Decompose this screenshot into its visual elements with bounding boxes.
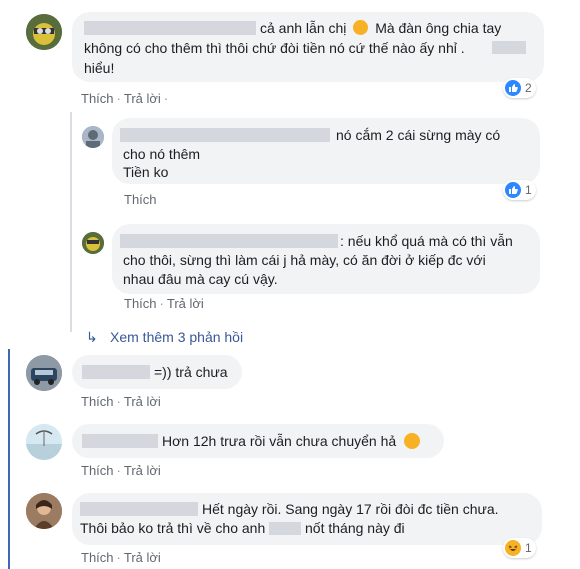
reply-text: : nếu khổ quá mà có thì vẫn bbox=[340, 233, 513, 249]
like-button[interactable]: Thích bbox=[81, 394, 114, 409]
avatar[interactable] bbox=[26, 424, 62, 460]
blurred-name bbox=[84, 21, 256, 35]
blurred-text bbox=[269, 522, 302, 535]
reaction-count[interactable]: 1 bbox=[503, 538, 536, 558]
like-button[interactable]: Thích bbox=[81, 463, 114, 478]
thinking-emoji-icon bbox=[404, 433, 421, 449]
comment-text: nốt tháng này đi bbox=[305, 520, 405, 536]
reply-text: nó cắm 2 cái sừng mày có bbox=[336, 127, 501, 143]
like-button[interactable]: Thích bbox=[124, 296, 157, 311]
comment-text: Hơn 12h trưa rồi vẫn chưa chuyển hả bbox=[162, 433, 397, 449]
like-button[interactable]: Thích bbox=[124, 192, 157, 207]
comment-text: =)) trả chưa bbox=[154, 364, 228, 380]
reaction-number: 1 bbox=[525, 183, 532, 197]
avatar[interactable] bbox=[26, 493, 62, 529]
reply-button[interactable]: Trả lời bbox=[167, 296, 204, 311]
blurred-name bbox=[82, 365, 150, 379]
reply-button[interactable]: Trả lời bbox=[124, 550, 161, 565]
like-icon bbox=[505, 182, 521, 198]
like-button[interactable]: Thích bbox=[81, 550, 114, 565]
reaction-number: 2 bbox=[525, 81, 532, 95]
comment-bubble: =)) trả chưa bbox=[72, 355, 242, 389]
reaction-count[interactable]: 1 bbox=[503, 180, 536, 200]
avatar[interactable] bbox=[82, 232, 104, 254]
thread-indicator bbox=[8, 349, 10, 569]
reaction-count[interactable]: 2 bbox=[503, 78, 536, 98]
comment-bubble: cả anh lẫn chị Mà đàn ông chia tay không… bbox=[72, 12, 544, 82]
avatar[interactable] bbox=[26, 355, 62, 391]
reply-button[interactable]: Trả lời bbox=[124, 463, 161, 478]
blurred-name bbox=[82, 434, 158, 448]
comment-bubble: Hết ngày rồi. Sang ngày 17 rồi đòi đc ti… bbox=[72, 493, 542, 545]
blurred-name bbox=[120, 234, 338, 248]
reply-button[interactable]: Trả lời bbox=[124, 394, 161, 409]
avatar[interactable] bbox=[82, 126, 104, 148]
comment-text: cả anh lẫn chị bbox=[260, 20, 347, 36]
reply-text: nhau đâu mà cay cú vậy. bbox=[123, 271, 278, 287]
haha-icon bbox=[505, 540, 521, 556]
reply-arrow-icon: ↳ bbox=[86, 329, 98, 345]
reply-text: cho thôi, sừng thì làm cái j hả mày, có … bbox=[123, 252, 486, 268]
reply-text: cho nó thêm bbox=[123, 146, 201, 162]
blurred-name bbox=[80, 502, 198, 516]
reply-button[interactable]: Trả lời bbox=[124, 91, 161, 106]
like-icon bbox=[505, 80, 521, 96]
reaction-number: 1 bbox=[525, 541, 532, 555]
reply-text: Tiền ko bbox=[123, 164, 169, 180]
comment-text: Thôi bảo ko trả thì về cho anh bbox=[80, 520, 266, 536]
comment-text: hiểu! bbox=[84, 60, 115, 76]
comment-bubble: Hơn 12h trưa rồi vẫn chưa chuyển hả bbox=[72, 424, 444, 458]
reply-bubble: : nếu khổ quá mà có thì vẫn cho thôi, sừ… bbox=[112, 224, 540, 294]
comment-text: Mà đàn ông chia tay bbox=[375, 20, 502, 36]
blurred-text bbox=[492, 41, 526, 54]
reply-bubble: nó cắm 2 cái sừng mày có cho nó thêm Tiề… bbox=[112, 118, 540, 184]
like-button[interactable]: Thích bbox=[81, 91, 114, 106]
reply-thread-line bbox=[70, 112, 72, 332]
view-more-replies[interactable]: ↳ Xem thêm 3 phản hồi bbox=[86, 329, 243, 346]
sad-emoji-icon bbox=[353, 20, 369, 35]
view-more-label: Xem thêm 3 phản hồi bbox=[110, 329, 244, 345]
comment-text: Hết ngày rồi. Sang ngày 17 rồi đòi đc ti… bbox=[202, 501, 499, 517]
comment-text: không có cho thêm thì thôi chứ đòi tiền … bbox=[84, 40, 465, 56]
blurred-name bbox=[120, 128, 330, 142]
avatar[interactable] bbox=[26, 14, 62, 50]
